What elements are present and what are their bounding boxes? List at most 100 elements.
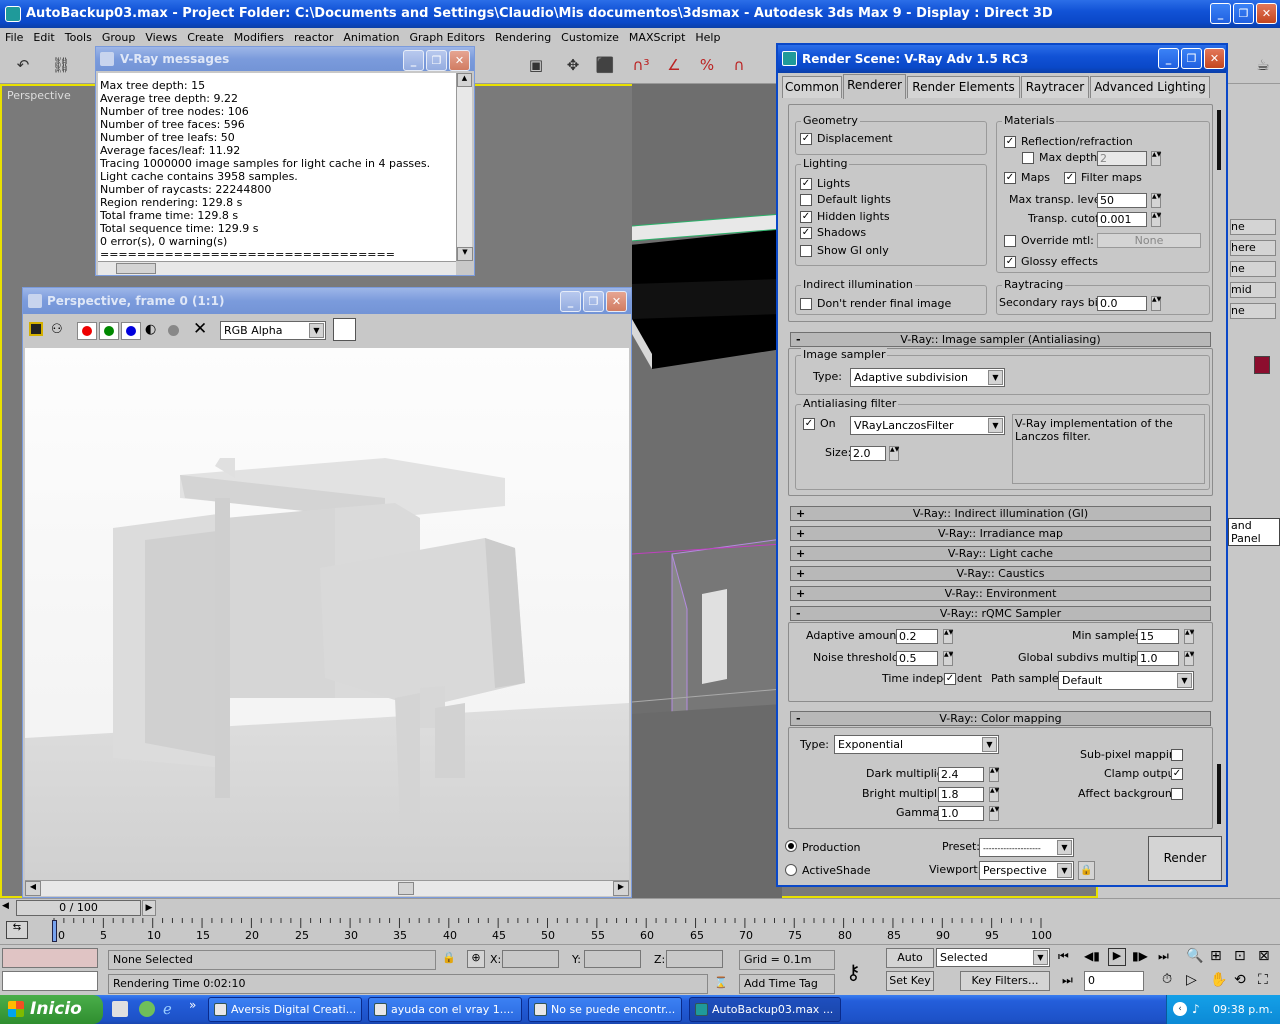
reflection-refraction-checkbox[interactable]: Reflection/refraction xyxy=(1004,135,1133,148)
undo-icon[interactable]: ↶ xyxy=(12,53,34,75)
taskbar-item-no-se-puede[interactable]: No se puede encontr... xyxy=(528,997,682,1022)
noise-threshold-field[interactable]: 0.5 xyxy=(896,651,938,666)
menu-file[interactable]: File xyxy=(0,28,28,48)
max-depth-spinner[interactable]: ▲▼ xyxy=(1151,151,1161,166)
volume-icon[interactable]: ♪ xyxy=(1192,1002,1200,1016)
tab-render-elements[interactable]: Render Elements xyxy=(907,76,1020,98)
y-field[interactable] xyxy=(584,950,641,968)
percent-snap-icon[interactable]: % xyxy=(696,53,718,75)
next-frame-icon[interactable]: ▮▶ xyxy=(1132,949,1148,963)
maximize-viewport-icon[interactable]: ⛶ xyxy=(1258,972,1268,988)
spinner-snap-icon[interactable]: ∩ xyxy=(728,53,750,75)
tab-common[interactable]: Common xyxy=(782,76,842,98)
vray-messages-vscroll[interactable]: ▲ ▼ xyxy=(456,73,473,261)
vray-messages-hscroll[interactable] xyxy=(98,261,456,275)
quicklaunch-icon[interactable] xyxy=(112,1001,128,1017)
maxscript-input[interactable] xyxy=(2,971,98,991)
noise-threshold-spinner[interactable]: ▲▼ xyxy=(943,651,953,666)
transp-cutoff-spinner[interactable]: ▲▼ xyxy=(1151,212,1161,227)
zoom-icon[interactable]: 🔍 xyxy=(1186,948,1203,964)
lock-icon[interactable]: 🔒 xyxy=(1078,861,1095,880)
aa-size-spinner[interactable]: ▲▼ xyxy=(889,446,899,461)
mono-channel-icon[interactable]: ◐ xyxy=(145,322,156,337)
taskbar-item-aversis[interactable]: Aversis Digital Creati... xyxy=(208,997,362,1022)
time-slider-left-arrow[interactable]: ◀ xyxy=(2,901,14,915)
production-radio[interactable] xyxy=(785,840,797,852)
x-field[interactable] xyxy=(502,950,559,968)
frame-minimize[interactable]: _ xyxy=(560,291,581,312)
displacement-checkbox[interactable]: Displacement xyxy=(800,132,893,145)
transp-cutoff-field[interactable]: 0.001 xyxy=(1097,212,1147,227)
frame-hscroll[interactable]: ◀ ▶ xyxy=(25,880,629,896)
menu-views[interactable]: Views xyxy=(140,28,182,48)
quicklaunch-more-icon[interactable]: » xyxy=(189,998,196,1012)
taskbar-item-ayuda[interactable]: ayuda con el vray 1.... xyxy=(368,997,522,1022)
teapot-icon[interactable]: ☕ xyxy=(1252,53,1274,75)
render-setup-icon[interactable]: ▣ xyxy=(525,53,547,75)
show-gi-only-checkbox[interactable]: Show GI only xyxy=(800,244,889,257)
viewport-dropdown[interactable]: Perspective ▼ xyxy=(979,861,1074,880)
sampler-type-dropdown[interactable]: Adaptive subdivision ▼ xyxy=(850,368,1005,387)
override-mtl-button[interactable]: None xyxy=(1097,233,1201,248)
maps-checkbox[interactable]: Maps xyxy=(1004,171,1050,184)
cmd-btn-1[interactable]: ne xyxy=(1230,219,1276,235)
tab-raytracer[interactable]: Raytracer xyxy=(1021,76,1089,98)
auto-key-button[interactable]: Auto Key xyxy=(886,948,934,982)
snap-3d-icon[interactable]: ∩³ xyxy=(630,53,652,75)
vray-messages-close[interactable]: ✕ xyxy=(449,50,470,71)
activeshade-radio[interactable] xyxy=(785,864,797,876)
filter-maps-checkbox[interactable]: Filter maps xyxy=(1064,171,1142,184)
frame-close[interactable]: ✕ xyxy=(606,291,627,312)
render-scene-minimize[interactable]: _ xyxy=(1158,48,1179,69)
override-mtl-checkbox[interactable]: Override mtl: xyxy=(1004,234,1094,247)
time-config-icon[interactable]: ⏱ xyxy=(1162,972,1172,987)
taskbar-item-autobackup[interactable]: AutoBackup03.max ... xyxy=(689,997,841,1022)
image-sampler-rollout[interactable]: - V-Ray:: Image sampler (Antialiasing) xyxy=(790,332,1211,347)
menu-help[interactable]: Help xyxy=(690,28,725,48)
select-link-icon[interactable]: ⛓ xyxy=(50,53,72,75)
vray-messages-minimize[interactable]: _ xyxy=(403,50,424,71)
clamp-output-checkbox[interactable] xyxy=(1171,767,1188,780)
cmd-btn-2[interactable]: here xyxy=(1230,240,1276,256)
menu-maxscript[interactable]: MAXScript xyxy=(624,28,690,48)
glossy-effects-checkbox[interactable]: Glossy effects xyxy=(1004,255,1098,268)
global-subdivs-field[interactable]: 1.0 xyxy=(1137,651,1179,666)
menu-reactor[interactable]: reactor xyxy=(289,28,338,48)
cmd-btn-5[interactable]: ne xyxy=(1230,303,1276,319)
max-depth-field[interactable]: 2 xyxy=(1097,151,1147,166)
blue-channel-icon[interactable] xyxy=(121,322,141,340)
color-swatch[interactable] xyxy=(1254,356,1270,374)
min-samples-field[interactable]: 15 xyxy=(1137,629,1179,644)
orbit-icon[interactable]: ⟲ xyxy=(1234,972,1246,988)
max-depth-checkbox[interactable]: Max depth xyxy=(1022,151,1097,164)
aa-size-field[interactable]: 2.0 xyxy=(850,446,886,461)
cmd-btn-3[interactable]: ne xyxy=(1230,261,1276,277)
frame-maximize[interactable]: ❐ xyxy=(583,291,604,312)
key-icon[interactable]: ⚷ xyxy=(846,960,861,984)
bright-multiplier-spinner[interactable]: ▲▼ xyxy=(989,787,999,802)
hidden-lights-checkbox[interactable]: Hidden lights xyxy=(800,210,890,223)
cm-type-dropdown[interactable]: Exponential ▼ xyxy=(834,735,999,754)
menu-modifiers[interactable]: Modifiers xyxy=(229,28,289,48)
menu-rendering[interactable]: Rendering xyxy=(490,28,556,48)
z-field[interactable] xyxy=(666,950,723,968)
tab-renderer[interactable]: Renderer xyxy=(843,74,906,99)
save-image-icon[interactable] xyxy=(29,322,43,336)
quicklaunch-icon[interactable] xyxy=(139,1001,155,1017)
color-swatch[interactable] xyxy=(333,318,356,341)
default-lights-checkbox[interactable]: Default lights xyxy=(800,193,891,206)
adaptive-amount-spinner[interactable]: ▲▼ xyxy=(943,629,953,644)
menu-graph-editors[interactable]: Graph Editors xyxy=(404,28,490,48)
time-tag-icon[interactable]: ⌛ xyxy=(714,976,728,989)
render-scene-close[interactable]: ✕ xyxy=(1204,48,1225,69)
time-slider-thumb[interactable]: 0 / 100 xyxy=(16,900,141,916)
ie-icon[interactable]: ℯ xyxy=(163,1001,179,1017)
secondary-bias-spinner[interactable]: ▲▼ xyxy=(1151,296,1161,311)
menu-customize[interactable]: Customize xyxy=(556,28,624,48)
angle-snap-icon[interactable]: ∠ xyxy=(663,53,685,75)
tray-expand-icon[interactable]: ‹ xyxy=(1173,1002,1187,1016)
selected-set-dropdown[interactable]: Selected ▼ xyxy=(936,948,1050,967)
cmd-btn-4[interactable]: mid xyxy=(1230,282,1276,298)
render-scene-maximize[interactable]: ❐ xyxy=(1181,48,1202,69)
menu-create[interactable]: Create xyxy=(182,28,229,48)
